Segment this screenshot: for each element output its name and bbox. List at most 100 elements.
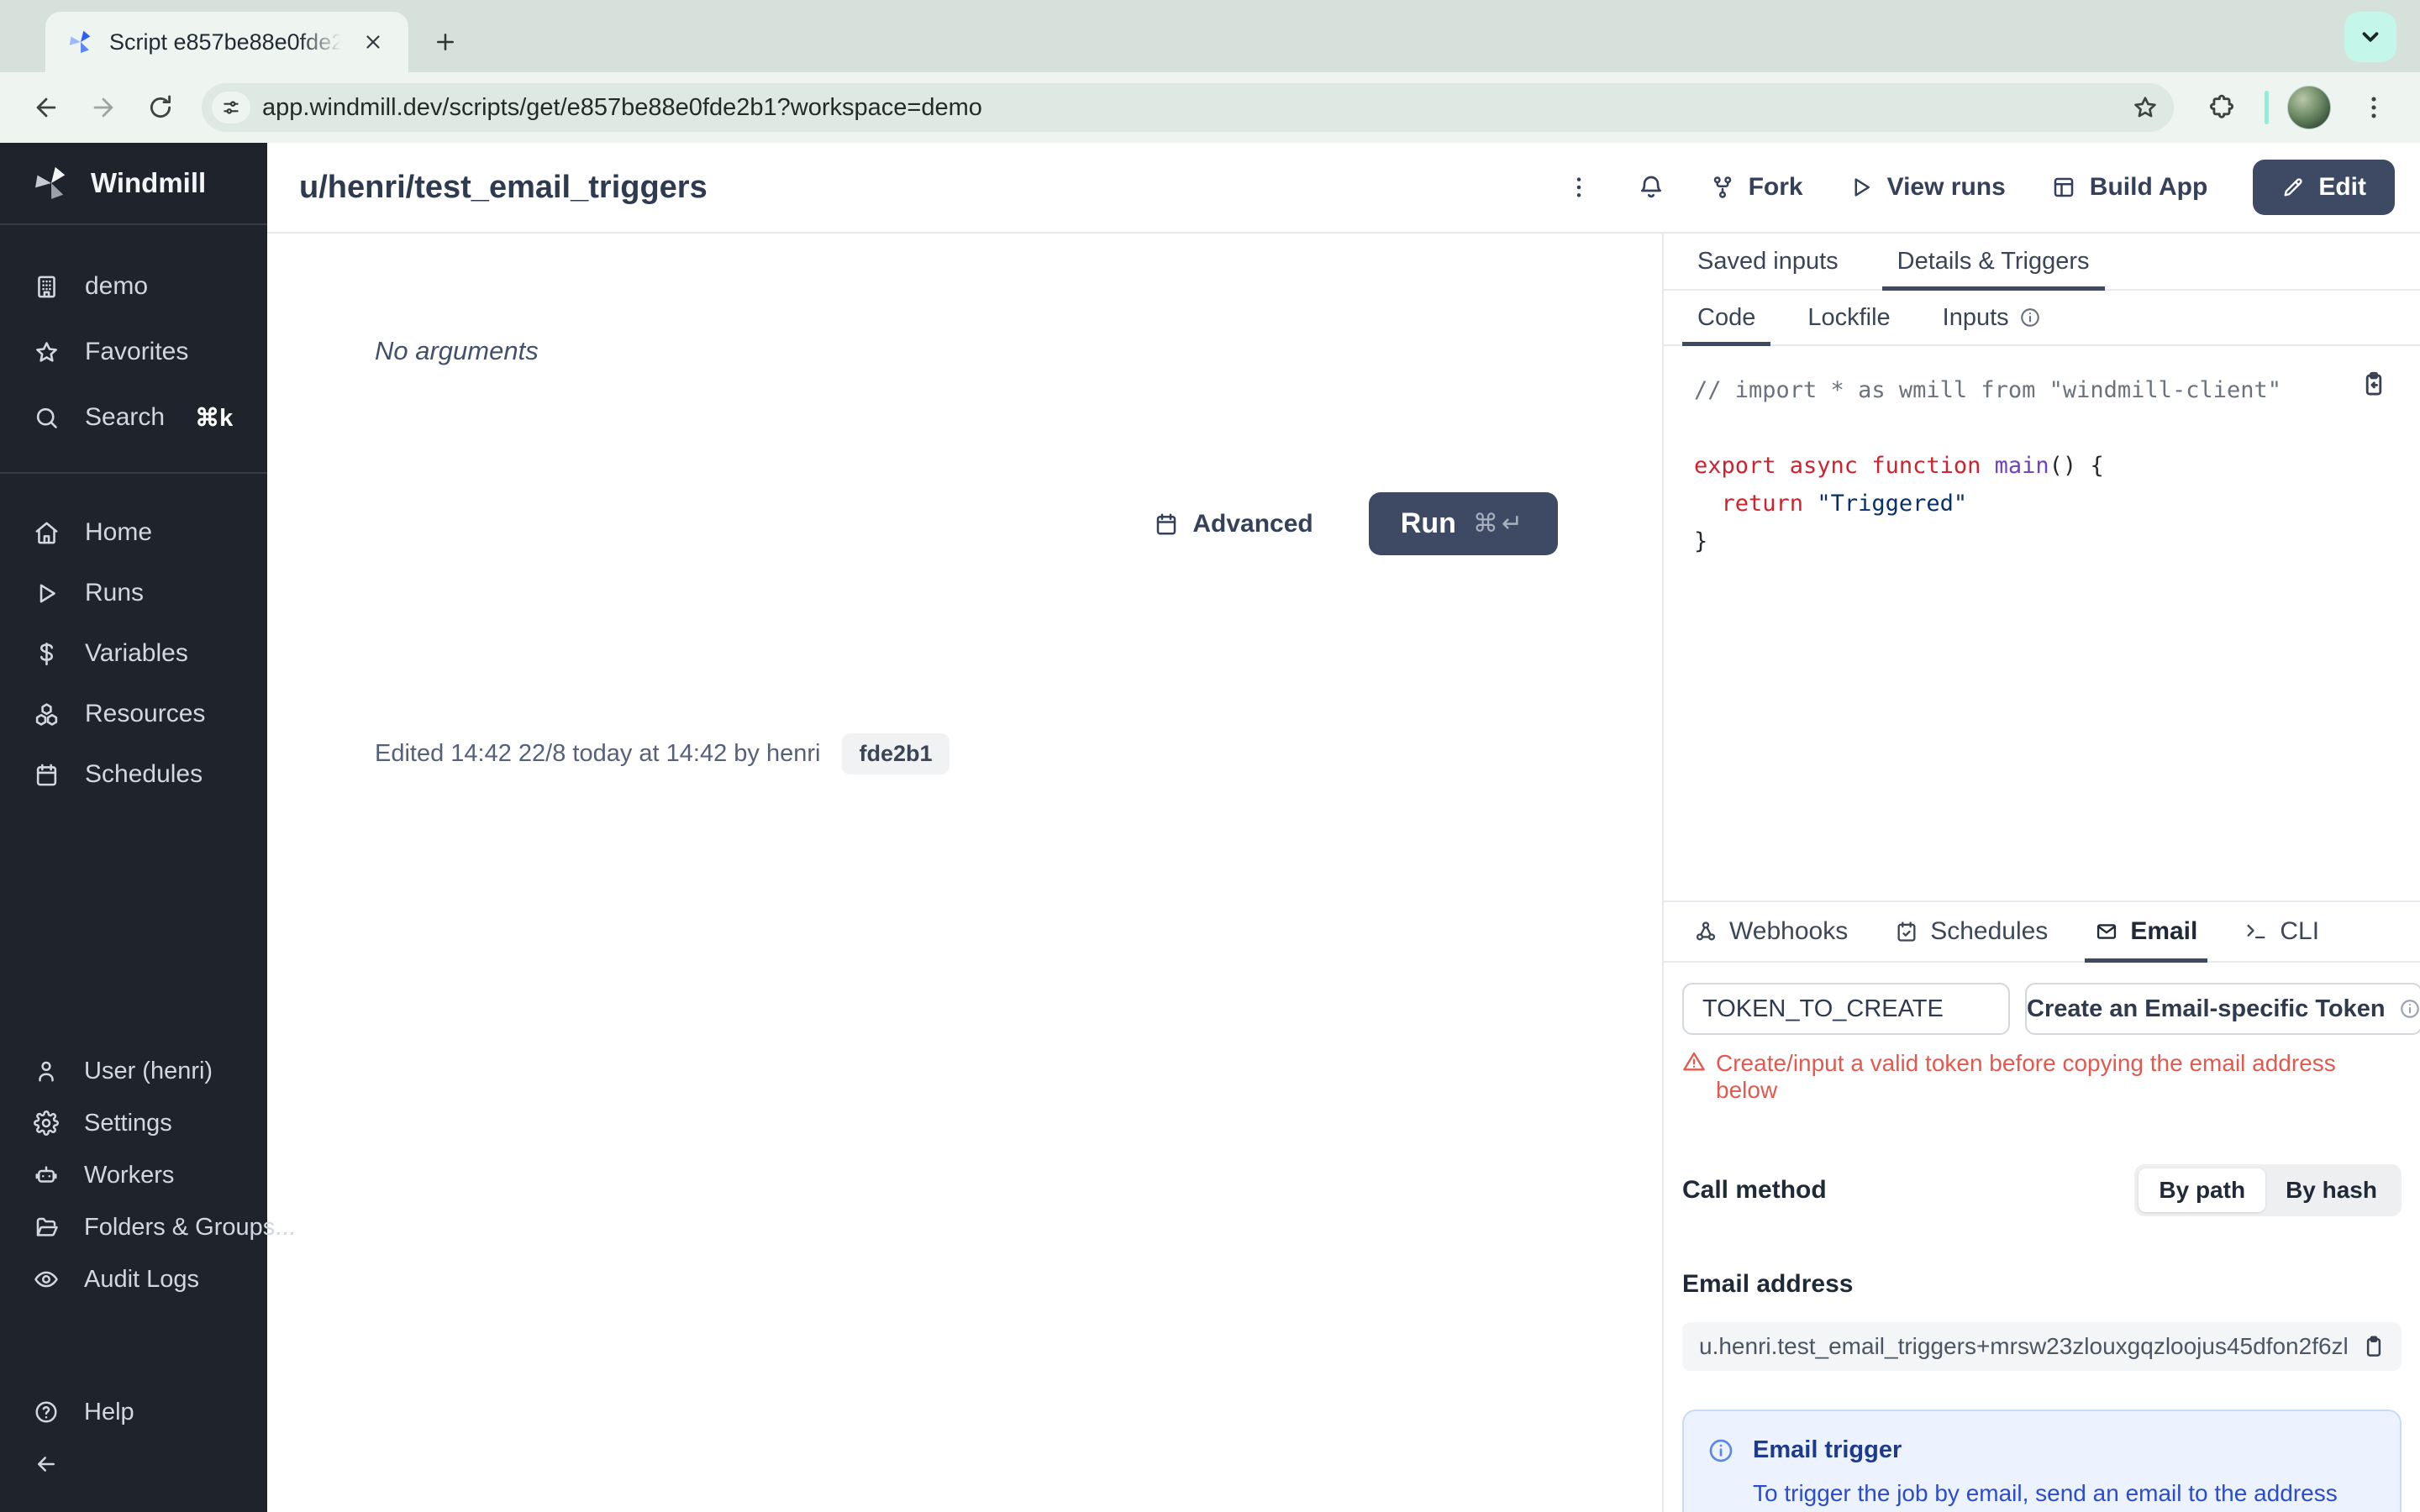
site-settings-icon[interactable] xyxy=(212,92,250,123)
info-head: Email trigger xyxy=(1707,1436,2375,1464)
back-button[interactable] xyxy=(22,83,71,132)
sidebar-item-label: Settings xyxy=(84,1109,172,1137)
tab-saved-inputs[interactable]: Saved inputs xyxy=(1697,234,1839,289)
tab-inputs[interactable]: Inputs xyxy=(1943,291,2041,344)
sidebar-item-label: Variables xyxy=(85,639,188,667)
advanced-button[interactable]: Advanced xyxy=(1154,510,1313,538)
no-arguments-text: No arguments xyxy=(375,336,539,365)
browser-tabstrip: Script e857be88e0fde2b1 | W xyxy=(0,0,2420,72)
sidebar-collapse-button[interactable] xyxy=(0,1438,267,1490)
avatar[interactable] xyxy=(2287,86,2331,129)
fork-button[interactable]: Fork xyxy=(1710,173,1803,202)
sidebar-item-user[interactable]: User (henri) xyxy=(0,1045,267,1097)
token-warning: Create/input a valid token before copyin… xyxy=(1682,1050,2402,1104)
sidebar-item-folders-groups[interactable]: Folders & Groups... xyxy=(0,1201,295,1253)
copy-email-button[interactable] xyxy=(2361,1334,2386,1359)
create-email-token-button[interactable]: Create an Email-specific Token xyxy=(2025,983,2420,1035)
new-tab-button[interactable] xyxy=(422,18,469,66)
user-icon xyxy=(39,1061,54,1082)
folder-open-icon xyxy=(36,1217,58,1236)
sidebar-item-help[interactable]: Help xyxy=(0,1386,267,1438)
copy-code-button[interactable] xyxy=(2360,370,2388,401)
sidebar-item-variables[interactable]: Variables xyxy=(0,623,267,684)
tab-email-trigger[interactable]: Email xyxy=(2085,902,2208,963)
tab-close-icon[interactable] xyxy=(356,25,390,59)
sidebar-item-home[interactable]: Home xyxy=(0,502,267,563)
build-app-button[interactable]: Build App xyxy=(2051,173,2207,202)
info-title: Email trigger xyxy=(1753,1436,1902,1463)
edited-text: Edited 14:42 22/8 today at 14:42 by henr… xyxy=(375,740,821,767)
reload-icon xyxy=(150,95,171,118)
extensions-puzzle-icon[interactable] xyxy=(2197,83,2246,132)
more-options-kebab-icon[interactable] xyxy=(1565,174,1592,201)
browser-menu-kebab-icon[interactable] xyxy=(2349,83,2398,132)
details-panel: Saved inputs Details & Triggers Code Loc… xyxy=(1664,234,2420,1512)
tab-lockfile[interactable]: Lockfile xyxy=(1807,291,1890,344)
info-icon xyxy=(2020,308,2039,327)
sidebar: Windmill demo Favorites Search ⌘k Home R… xyxy=(0,143,295,1512)
hash-badge[interactable]: fde2b1 xyxy=(842,733,950,774)
app-header: u/henri/test_email_triggers Fork View ru… xyxy=(267,143,2420,234)
runner-pane: No arguments Advanced Run ⌘↵ Edited 14:4… xyxy=(267,234,1662,1512)
code-plain: () { xyxy=(2049,453,2104,479)
forward-button[interactable] xyxy=(79,83,128,132)
run-shortcut: ⌘↵ xyxy=(1472,510,1526,538)
sidebar-item-label: Folders & Groups... xyxy=(84,1213,296,1241)
sidebar-item-workers[interactable]: Workers xyxy=(0,1149,267,1201)
search-icon xyxy=(36,407,57,428)
edit-button[interactable]: Edit xyxy=(2253,160,2395,215)
tab-details-triggers[interactable]: Details & Triggers xyxy=(1881,234,2105,291)
sidebar-item-schedules[interactable]: Schedules xyxy=(0,744,267,805)
view-runs-button[interactable]: View runs xyxy=(1849,173,2006,202)
by-hash-option[interactable]: By hash xyxy=(2265,1168,2397,1212)
code-string: "Triggered" xyxy=(1817,491,1968,517)
trigger-tabbar: Webhooks Schedules Email CLI xyxy=(1664,900,2420,963)
sidebar-item-label: Schedules xyxy=(85,760,203,788)
notifications-bell-icon[interactable] xyxy=(1638,174,1665,201)
sidebar-item-workspace[interactable]: demo xyxy=(0,254,267,319)
play-icon xyxy=(1854,178,1870,197)
token-input[interactable] xyxy=(1682,983,2010,1035)
warning-triangle-icon xyxy=(1683,1052,1705,1071)
call-method-row: Call method By path By hash xyxy=(1682,1164,2402,1216)
arrow-left-icon xyxy=(36,97,56,118)
tab-schedules-trigger[interactable]: Schedules xyxy=(1895,902,2048,961)
sidebar-item-audit-logs[interactable]: Audit Logs xyxy=(0,1253,267,1305)
calendar-icon xyxy=(36,764,57,785)
tab-inputs-label: Inputs xyxy=(1942,303,2009,331)
sidebar-item-resources[interactable]: Resources xyxy=(0,684,267,744)
robot-icon xyxy=(35,1166,57,1183)
header-actions: Fork View runs Build App Edit xyxy=(1565,160,2395,215)
webhooks-label: Webhooks xyxy=(1729,917,1849,945)
windmill-favicon xyxy=(69,30,91,54)
arrow-right-icon xyxy=(93,97,113,118)
cubes-icon xyxy=(35,702,58,726)
brand-name: Windmill xyxy=(91,167,207,198)
sidebar-item-settings[interactable]: Settings xyxy=(0,1097,267,1149)
run-button[interactable]: Run ⌘↵ xyxy=(1368,492,1558,555)
tab-webhooks[interactable]: Webhooks xyxy=(1694,902,1848,961)
bookmark-star-icon[interactable] xyxy=(2125,87,2165,128)
page-title: u/henri/test_email_triggers xyxy=(299,169,708,205)
sidebar-item-label: Audit Logs xyxy=(84,1265,200,1293)
browser-tab[interactable]: Script e857be88e0fde2b1 | W xyxy=(45,12,408,72)
mail-icon xyxy=(2097,924,2117,939)
info-icon xyxy=(2400,1000,2419,1018)
browser-toolbar: app.windmill.dev/scripts/get/e857be88e0f… xyxy=(0,72,2420,143)
tab-cli[interactable]: CLI xyxy=(2244,902,2319,961)
sidebar-item-label: Search xyxy=(85,403,166,431)
reload-button[interactable] xyxy=(136,83,185,132)
sidebar-item-search[interactable]: Search ⌘k xyxy=(0,385,267,450)
brand[interactable]: Windmill xyxy=(0,143,267,225)
by-path-option[interactable]: By path xyxy=(2139,1168,2266,1212)
email-address-value[interactable] xyxy=(1699,1333,2348,1360)
code-plain: } xyxy=(1694,528,1708,554)
sidebar-item-runs[interactable]: Runs xyxy=(0,563,267,623)
chrome-collapse-button[interactable] xyxy=(2344,12,2396,62)
screen: Script e857be88e0fde2b1 | W app.windmill… xyxy=(0,0,2420,1512)
url-bar[interactable]: app.windmill.dev/scripts/get/e857be88e0f… xyxy=(202,83,2174,132)
sidebar-item-label: Resources xyxy=(85,700,206,727)
sidebar-item-favorites[interactable]: Favorites xyxy=(0,319,267,385)
email-label: Email xyxy=(2130,917,2198,945)
tab-code[interactable]: Code xyxy=(1681,291,1771,346)
